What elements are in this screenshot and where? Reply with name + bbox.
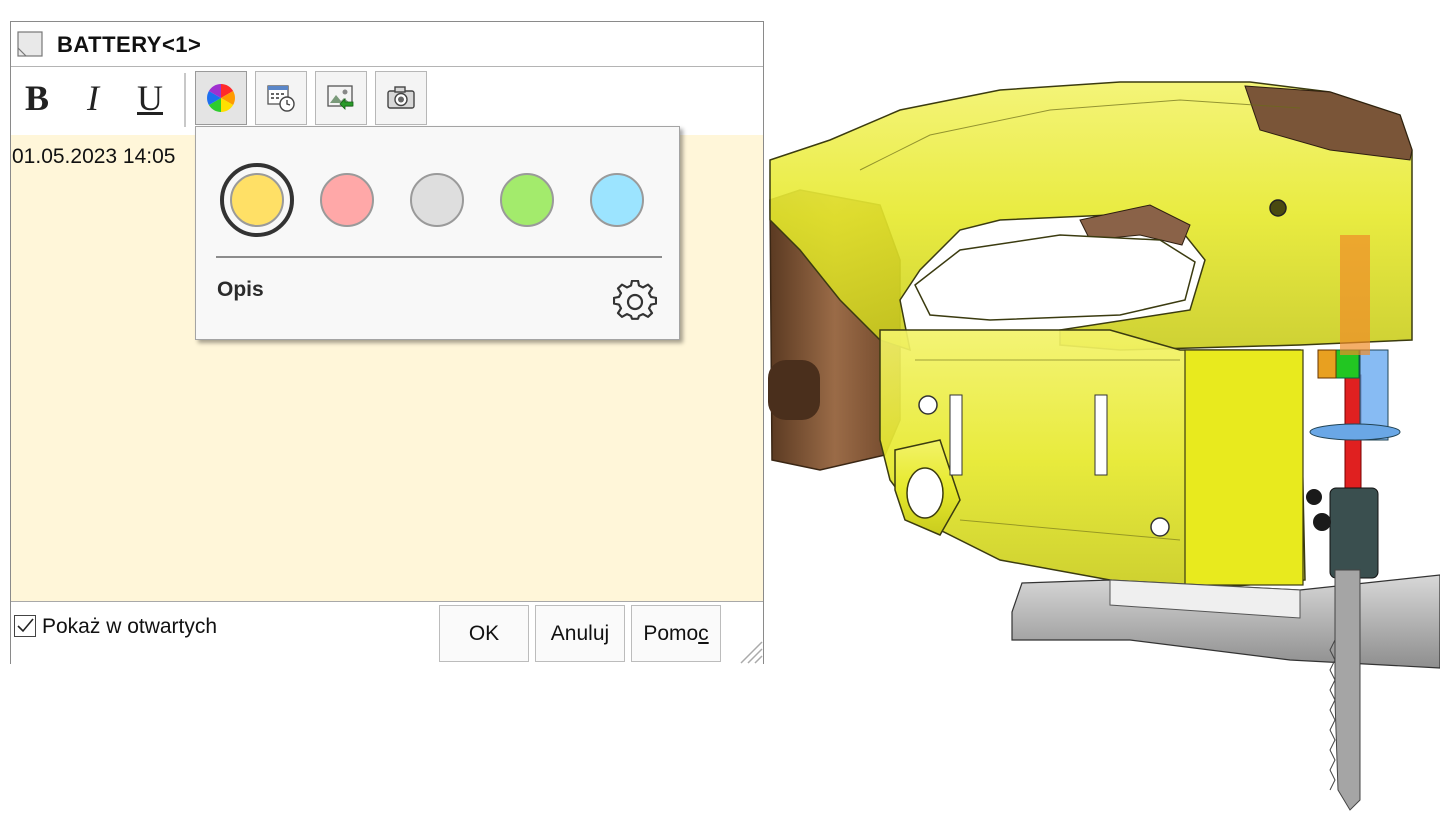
color-swatch-blue[interactable] (590, 173, 644, 227)
color-button[interactable] (195, 71, 247, 125)
cancel-button-label: Anuluj (550, 621, 610, 645)
handle-opening (914, 234, 1196, 321)
note-dialog: BATTERY<1> B I U 01.05.2023 14:05 Pokaż … (10, 21, 764, 664)
color-picker-popup: Opis (195, 126, 680, 340)
bold-button[interactable]: B (25, 78, 49, 118)
dialog-footer: Pokaż w otwartych OK Anuluj Pomoc (11, 601, 763, 664)
toolbar-separator (184, 73, 186, 127)
saw-blade (1334, 569, 1361, 811)
resize-grip-icon[interactable] (733, 634, 763, 664)
underline-button[interactable]: U (137, 78, 163, 118)
insert-image-button[interactable] (315, 71, 367, 125)
color-wheel-icon (207, 84, 235, 112)
italic-button[interactable]: I (87, 78, 99, 118)
title-bar[interactable]: BATTERY<1> (11, 22, 763, 67)
show-on-open-checkbox[interactable] (14, 615, 36, 637)
note-timestamp: 01.05.2023 14:05 (12, 145, 176, 168)
color-swatch-pink[interactable] (320, 173, 374, 227)
show-on-open-label: Pokaż w otwartych (42, 615, 218, 638)
note-icon (17, 31, 43, 57)
side-panel (1184, 349, 1304, 586)
help-button-label: Pomoc (643, 621, 709, 645)
dialog-title: BATTERY<1> (57, 32, 202, 57)
popup-divider (216, 256, 662, 258)
camera-button[interactable] (375, 71, 427, 125)
description-label: Opis (217, 278, 264, 301)
insert-image-icon (327, 85, 354, 110)
camera-icon (387, 86, 415, 109)
cancel-button[interactable]: Anuluj (535, 605, 625, 662)
calendar-clock-icon (267, 85, 295, 112)
color-swatch-green[interactable] (500, 173, 554, 227)
gear-icon[interactable] (613, 280, 657, 324)
color-swatch-yellow[interactable] (230, 173, 284, 227)
help-button[interactable]: Pomoc (631, 605, 721, 662)
insert-datetime-button[interactable] (255, 71, 307, 125)
checkmark-icon (17, 618, 34, 633)
ok-button-label: OK (468, 621, 500, 645)
battery-slot (768, 360, 820, 420)
color-swatch-gray[interactable] (410, 173, 464, 227)
ok-button[interactable]: OK (439, 605, 529, 662)
formatting-toolbar: B I U (11, 67, 763, 131)
